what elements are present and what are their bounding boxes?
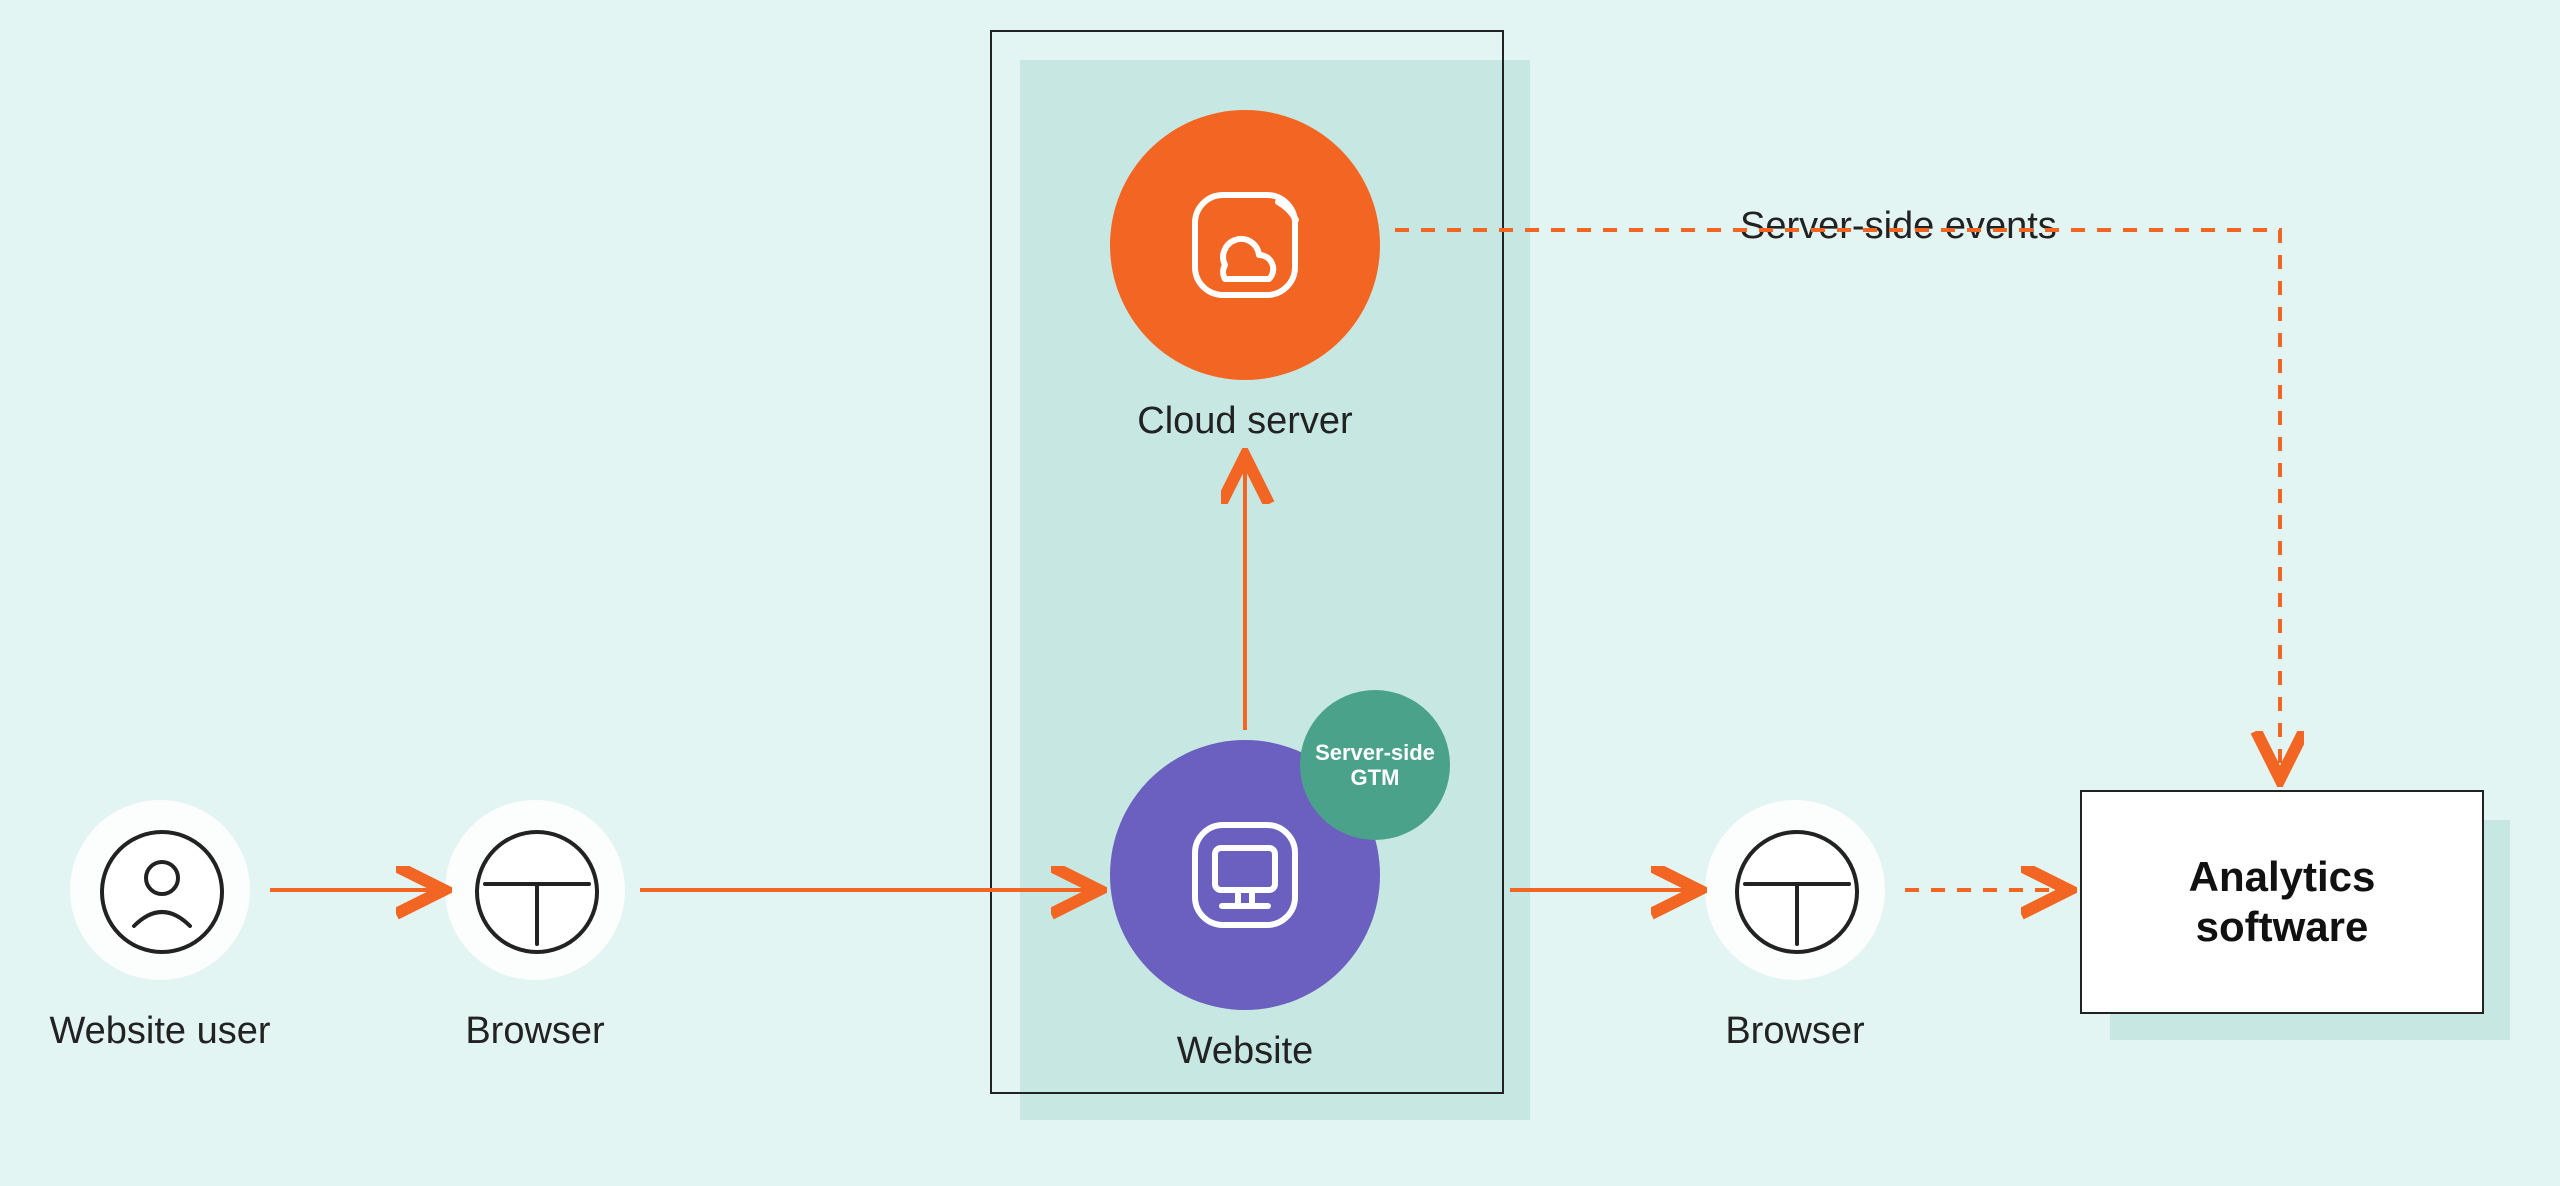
website-label: Website	[1120, 1030, 1370, 1073]
analytics-label: Analytics software	[2189, 852, 2376, 953]
browser1-icon	[475, 830, 599, 954]
cloud-icon	[1110, 110, 1380, 380]
gtm-line2: GTM	[1351, 765, 1400, 790]
user-icon	[100, 830, 224, 954]
window-icon	[479, 834, 595, 950]
analytics-line2: software	[2196, 903, 2369, 950]
cloud-label: Cloud server	[1080, 400, 1410, 443]
diagram-canvas: Analytics software Website user Browser …	[0, 0, 2560, 1186]
user-label: Website user	[20, 1010, 300, 1053]
sse-label: Server-side events	[1740, 205, 2057, 248]
person-icon	[104, 834, 220, 950]
gtm-badge: Server-side GTM	[1300, 690, 1450, 840]
analytics-line1: Analytics	[2189, 853, 2376, 900]
window-icon	[1739, 834, 1855, 950]
analytics-box: Analytics software	[2080, 790, 2484, 1014]
browser2-icon	[1735, 830, 1859, 954]
browser2-label: Browser	[1680, 1010, 1910, 1053]
cloud-circle	[1110, 110, 1380, 380]
browser1-label: Browser	[420, 1010, 650, 1053]
gtm-line1-real: Server-side	[1315, 740, 1435, 765]
gtm-badge-text: Server-side GTM	[1315, 740, 1435, 791]
